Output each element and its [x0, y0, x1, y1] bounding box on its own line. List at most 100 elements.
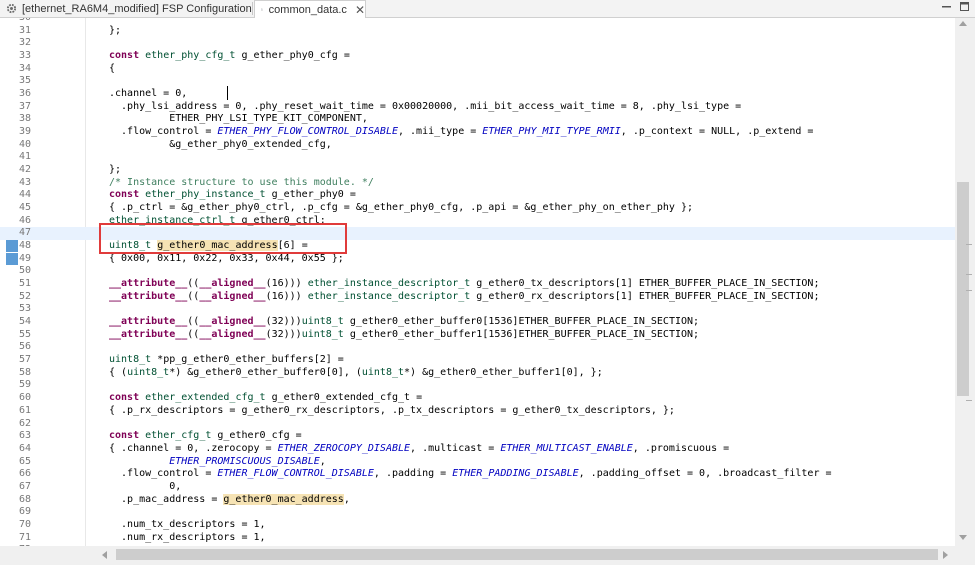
code-line[interactable]: 61 { .p_rx_descriptors = g_ether0_rx_desc…	[0, 405, 955, 418]
scroll-down-arrow-icon[interactable]	[959, 535, 967, 540]
line-number: 68	[18, 493, 31, 505]
code-text: __attribute__((__aligned__(16))) ether_i…	[109, 278, 819, 291]
code-text: const ether_phy_instance_t g_ether_phy0 …	[109, 189, 356, 202]
tab-common-data-c[interactable]: c common_data.c ✕	[254, 0, 366, 18]
overview-ruler-mark[interactable]	[966, 274, 972, 275]
line-number: 57	[18, 354, 31, 366]
code-token: __aligned__	[199, 278, 266, 290]
code-line[interactable]: 66 .flow_control = ETHER_FLOW_CONTROL_DI…	[0, 468, 955, 481]
code-line[interactable]: 65 ETHER_PROMISCUOUS_DISABLE,	[0, 456, 955, 469]
line-number: 49	[18, 252, 31, 264]
code-token: g_ether0_ether_buffer1[1536]ETHER_BUFFER…	[343, 328, 700, 340]
code-line[interactable]: 53	[0, 303, 955, 316]
code-line[interactable]: 42};	[0, 164, 955, 177]
code-line[interactable]: 60 const ether_extended_cfg_t g_ether0_ex…	[0, 392, 955, 405]
code-line[interactable]: 34 {	[0, 63, 955, 76]
code-line[interactable]: 36 .channel = 0,	[0, 88, 955, 101]
scroll-up-arrow-icon[interactable]	[959, 21, 967, 26]
code-line[interactable]: 67 0,	[0, 481, 955, 494]
code-line[interactable]: 55 __attribute__((__aligned__(32)))uint8_…	[0, 329, 955, 342]
code-line[interactable]: 68 .p_mac_address = g_ether0_mac_address…	[0, 493, 955, 507]
code-line[interactable]: 57 uint8_t *pp_g_ether0_ether_buffers[2] …	[0, 354, 955, 367]
code-token: ,	[343, 493, 350, 505]
code-line[interactable]: 44 const ether_phy_instance_t g_ether_phy…	[0, 189, 955, 202]
tab-fsp-configuration[interactable]: [ethernet_RA6M4_modified] FSP Configurat…	[0, 0, 252, 17]
code-token: ((	[187, 278, 200, 290]
code-line[interactable]: 69	[0, 506, 955, 519]
code-token: const	[109, 392, 140, 404]
code-line[interactable]: 37 .phy_lsi_address = 0, .phy_reset_wait…	[0, 101, 955, 114]
overview-ruler-mark[interactable]	[966, 290, 972, 291]
code-text: .num_tx_descriptors = 1,	[109, 519, 266, 532]
code-line[interactable]: 30	[0, 18, 955, 25]
code-line[interactable]: 59	[0, 379, 955, 392]
code-text: ETHER_PROMISCUOUS_DISABLE,	[109, 456, 326, 469]
code-line[interactable]: 54 __attribute__((__aligned__(32)))uint8_…	[0, 316, 955, 329]
overview-ruler-mark[interactable]	[966, 244, 972, 245]
line-number: 70	[18, 518, 31, 530]
code-line[interactable]: 38 ETHER_PHY_LSI_TYPE_KIT_COMPONENT,	[0, 113, 955, 126]
code-token: , .p_context = NULL, .p_extend =	[620, 126, 814, 138]
code-line[interactable]: 43 /* Instance structure to use this modu…	[0, 177, 955, 190]
code-token: uint8_t	[109, 354, 152, 366]
code-line[interactable]: 62	[0, 418, 955, 431]
code-line[interactable]: 70 .num_tx_descriptors = 1,	[0, 519, 955, 532]
code-line[interactable]: 50	[0, 265, 955, 278]
code-token: ether_cfg_t	[145, 430, 212, 442]
code-line[interactable]: 63 const ether_cfg_t g_ether0_cfg =	[0, 430, 955, 443]
code-editor[interactable]: 3031};3233const ether_phy_cfg_t g_ether_…	[0, 18, 955, 546]
tab-label: [ethernet_RA6M4_modified] FSP Configurat…	[22, 2, 252, 15]
code-line[interactable]: 39 .flow_control = ETHER_PHY_FLOW_CONTRO…	[0, 126, 955, 139]
code-token: const	[109, 189, 140, 201]
maximize-icon[interactable]	[959, 1, 970, 12]
scroll-right-arrow-icon[interactable]	[943, 551, 948, 559]
code-line[interactable]: 58{ (uint8_t*) &g_ether0_ether_buffer0[0…	[0, 367, 955, 380]
line-number: 39	[18, 126, 31, 138]
code-line[interactable]: 45 { .p_ctrl = &g_ether_phy0_ctrl, .p_cfg…	[0, 202, 955, 215]
line-number: 36	[18, 88, 31, 100]
scroll-left-arrow-icon[interactable]	[102, 551, 107, 559]
line-number: 43	[18, 176, 31, 188]
vertical-scrollbar-thumb[interactable]	[957, 182, 969, 396]
line-number: 52	[18, 290, 31, 302]
close-icon[interactable]: ✕	[355, 3, 365, 17]
code-token: ETHER_ZEROCOPY_DISABLE	[277, 442, 411, 454]
code-token: ETHER_MULTICAST_ENABLE	[500, 442, 633, 454]
code-token: };	[109, 24, 122, 36]
code-text: .phy_lsi_address = 0, .phy_reset_wait_ti…	[109, 101, 741, 114]
code-line[interactable]: 51 __attribute__((__aligned__(16))) ether…	[0, 278, 955, 291]
code-token: {	[109, 62, 116, 74]
code-line[interactable]: 71 .num_rx_descriptors = 1,	[0, 532, 955, 545]
line-number: 59	[18, 379, 31, 391]
minimize-icon[interactable]	[941, 1, 952, 12]
annotation-highlight-box	[99, 223, 347, 254]
code-token: uint8_t	[361, 366, 405, 378]
code-token: g_ether0_tx_descriptors[1] ETHER_BUFFER_…	[470, 278, 820, 290]
code-token: ether_instance_descriptor_t	[307, 278, 471, 290]
code-line[interactable]: 33 const ether_phy_cfg_t g_ether_phy0_cfg…	[0, 50, 955, 63]
code-text: };	[109, 164, 121, 177]
line-number: 63	[18, 430, 31, 442]
line-number: 66	[18, 468, 31, 480]
code-line[interactable]: 56	[0, 341, 955, 354]
code-text: __attribute__((__aligned__(16))) ether_i…	[109, 291, 819, 304]
line-number: 61	[18, 404, 31, 416]
code-token: __aligned__	[199, 290, 266, 302]
overview-ruler-mark[interactable]	[966, 400, 972, 401]
code-line[interactable]: 35	[0, 75, 955, 88]
code-line[interactable]: 40 &g_ether_phy0_extended_cfg,	[0, 139, 955, 152]
code-line[interactable]: 49 { 0x00, 0x11, 0x22, 0x33, 0x44, 0x55 }…	[0, 252, 955, 266]
code-token: &g_ether_phy0_extended_cfg,	[109, 138, 332, 150]
code-token: const	[109, 430, 140, 442]
horizontal-scrollbar-thumb[interactable]	[116, 549, 938, 560]
code-line[interactable]: 31};	[0, 25, 955, 38]
code-line[interactable]: 52 __attribute__((__aligned__(16))) ether…	[0, 291, 955, 304]
line-number: 48	[18, 240, 31, 252]
line-number: 47	[18, 227, 31, 239]
code-token: uint8_t	[301, 316, 344, 328]
line-number: 38	[18, 113, 31, 125]
code-line[interactable]: 32	[0, 37, 955, 50]
line-number: 44	[18, 189, 31, 201]
code-line[interactable]: 64 { .channel = 0, .zerocopy = ETHER_ZERO…	[0, 443, 955, 456]
code-line[interactable]: 41	[0, 151, 955, 164]
